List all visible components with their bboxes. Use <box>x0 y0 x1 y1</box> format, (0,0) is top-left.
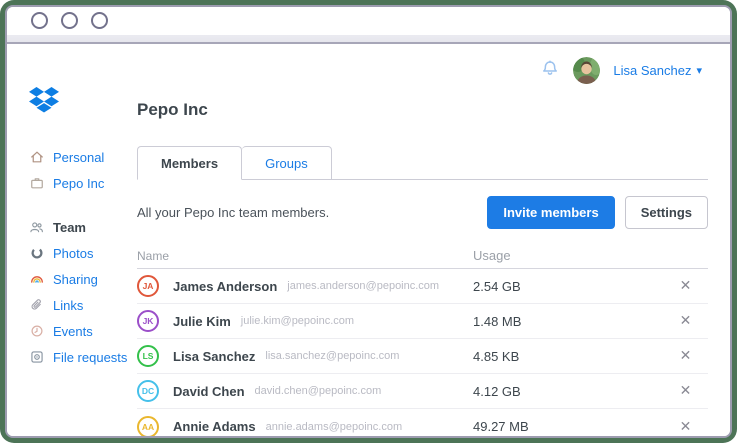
sidebar-item-personal[interactable]: Personal <box>29 144 131 170</box>
sidebar-item-pepo-inc[interactable]: Pepo Inc <box>29 170 131 196</box>
tab-bar: Members Groups <box>137 146 708 180</box>
sidebar-item-sharing[interactable]: Sharing <box>29 266 131 292</box>
member-email: julie.kim@pepoinc.com <box>240 315 355 327</box>
sidebar-item-photos[interactable]: Photos <box>29 240 131 266</box>
table-row: DC David Chen david.chen@pepoinc.com 4.1… <box>137 374 708 409</box>
remove-member-icon[interactable]: ✕ <box>680 383 692 397</box>
member-usage: 49.27 MB <box>473 419 529 434</box>
table-row: JK Julie Kim julie.kim@pepoinc.com 1.48 … <box>137 304 708 339</box>
tab-bar-filler <box>331 146 708 180</box>
sidebar-item-events[interactable]: Events <box>29 318 131 344</box>
members-table: Name Usage JA James Anderson james.ander… <box>137 243 708 436</box>
sidebar-item-label: Pepo Inc <box>53 175 105 191</box>
subheader: All your Pepo Inc team members. Invite m… <box>137 196 708 229</box>
member-name: Julie Kim <box>173 313 231 329</box>
briefcase-icon <box>29 176 44 190</box>
sidebar-divider <box>29 196 131 214</box>
sidebar: Personal Pepo Inc Team Photos Sharing Li… <box>29 86 131 370</box>
member-email: annie.adams@pepoinc.com <box>265 420 403 433</box>
member-usage: 4.85 KB <box>473 348 520 364</box>
home-icon <box>29 150 44 164</box>
paperclip-icon <box>29 298 44 312</box>
page-title: Pepo Inc <box>137 100 208 119</box>
member-name: David Chen <box>173 383 245 399</box>
settings-button[interactable]: Settings <box>624 196 708 229</box>
sidebar-item-label: Photos <box>53 245 94 261</box>
table-header: Name Usage <box>137 243 708 269</box>
rainbow-icon <box>29 272 44 286</box>
sidebar-item-label: Links <box>53 297 84 313</box>
member-usage: 4.12 GB <box>473 383 521 399</box>
member-name: Annie Adams <box>173 419 256 434</box>
table-row: LS Lisa Sanchez lisa.sanchez@pepoinc.com… <box>137 339 708 374</box>
window-control-icon[interactable] <box>61 12 78 29</box>
sidebar-item-label: Team <box>53 219 86 235</box>
member-usage: 2.54 GB <box>473 278 521 294</box>
clock-icon <box>29 324 44 338</box>
member-email: david.chen@pepoinc.com <box>254 385 382 397</box>
sidebar-item-file-requests[interactable]: File requests <box>29 344 131 370</box>
remove-member-icon[interactable]: ✕ <box>680 419 692 433</box>
browser-window: Lisa Sanchez ▾ Personal Pepo Inc Team Ph… <box>5 5 732 438</box>
member-initials-avatar: JA <box>137 275 159 297</box>
member-initials-avatar: JK <box>137 310 159 332</box>
sidebar-item-team[interactable]: Team <box>29 214 131 240</box>
sidebar-item-links[interactable]: Links <box>29 292 131 318</box>
member-email: james.anderson@pepoinc.com <box>287 280 440 292</box>
member-initials-avatar: DC <box>137 380 159 402</box>
main-panel: Pepo Inc Members Groups All your Pepo In… <box>137 44 708 436</box>
member-name: Lisa Sanchez <box>173 348 256 364</box>
dropbox-logo-icon[interactable] <box>29 86 131 118</box>
tab-groups[interactable]: Groups <box>242 146 332 180</box>
remove-member-icon[interactable]: ✕ <box>680 348 692 362</box>
members-description: All your Pepo Inc team members. <box>137 205 330 220</box>
sidebar-item-label: File requests <box>53 349 128 365</box>
tab-members[interactable]: Members <box>137 146 243 180</box>
window-control-icon[interactable] <box>31 12 48 29</box>
presentation-frame: Lisa Sanchez ▾ Personal Pepo Inc Team Ph… <box>0 0 737 443</box>
invite-members-button[interactable]: Invite members <box>487 196 615 229</box>
table-row: JA James Anderson james.anderson@pepoinc… <box>137 269 708 304</box>
team-icon <box>29 220 44 234</box>
browser-titlebar <box>7 7 730 44</box>
member-initials-avatar: LS <box>137 345 159 367</box>
column-header-usage: Usage <box>473 248 511 263</box>
app-content: Lisa Sanchez ▾ Personal Pepo Inc Team Ph… <box>7 44 730 436</box>
member-usage: 1.48 MB <box>473 313 522 329</box>
member-email: lisa.sanchez@pepoinc.com <box>265 350 400 362</box>
remove-member-icon[interactable]: ✕ <box>680 278 692 292</box>
table-row: AA Annie Adams annie.adams@pepoinc.com 4… <box>137 409 708 436</box>
sidebar-item-label: Sharing <box>53 271 98 287</box>
remove-member-icon[interactable]: ✕ <box>680 313 692 327</box>
sidebar-item-label: Events <box>53 323 93 339</box>
column-header-name: Name <box>137 248 170 263</box>
member-name: James Anderson <box>173 278 278 294</box>
sidebar-item-label: Personal <box>53 149 105 165</box>
member-initials-avatar: AA <box>137 415 159 436</box>
photos-icon <box>29 246 44 260</box>
file-request-icon <box>29 350 44 364</box>
window-control-icon[interactable] <box>91 12 108 29</box>
